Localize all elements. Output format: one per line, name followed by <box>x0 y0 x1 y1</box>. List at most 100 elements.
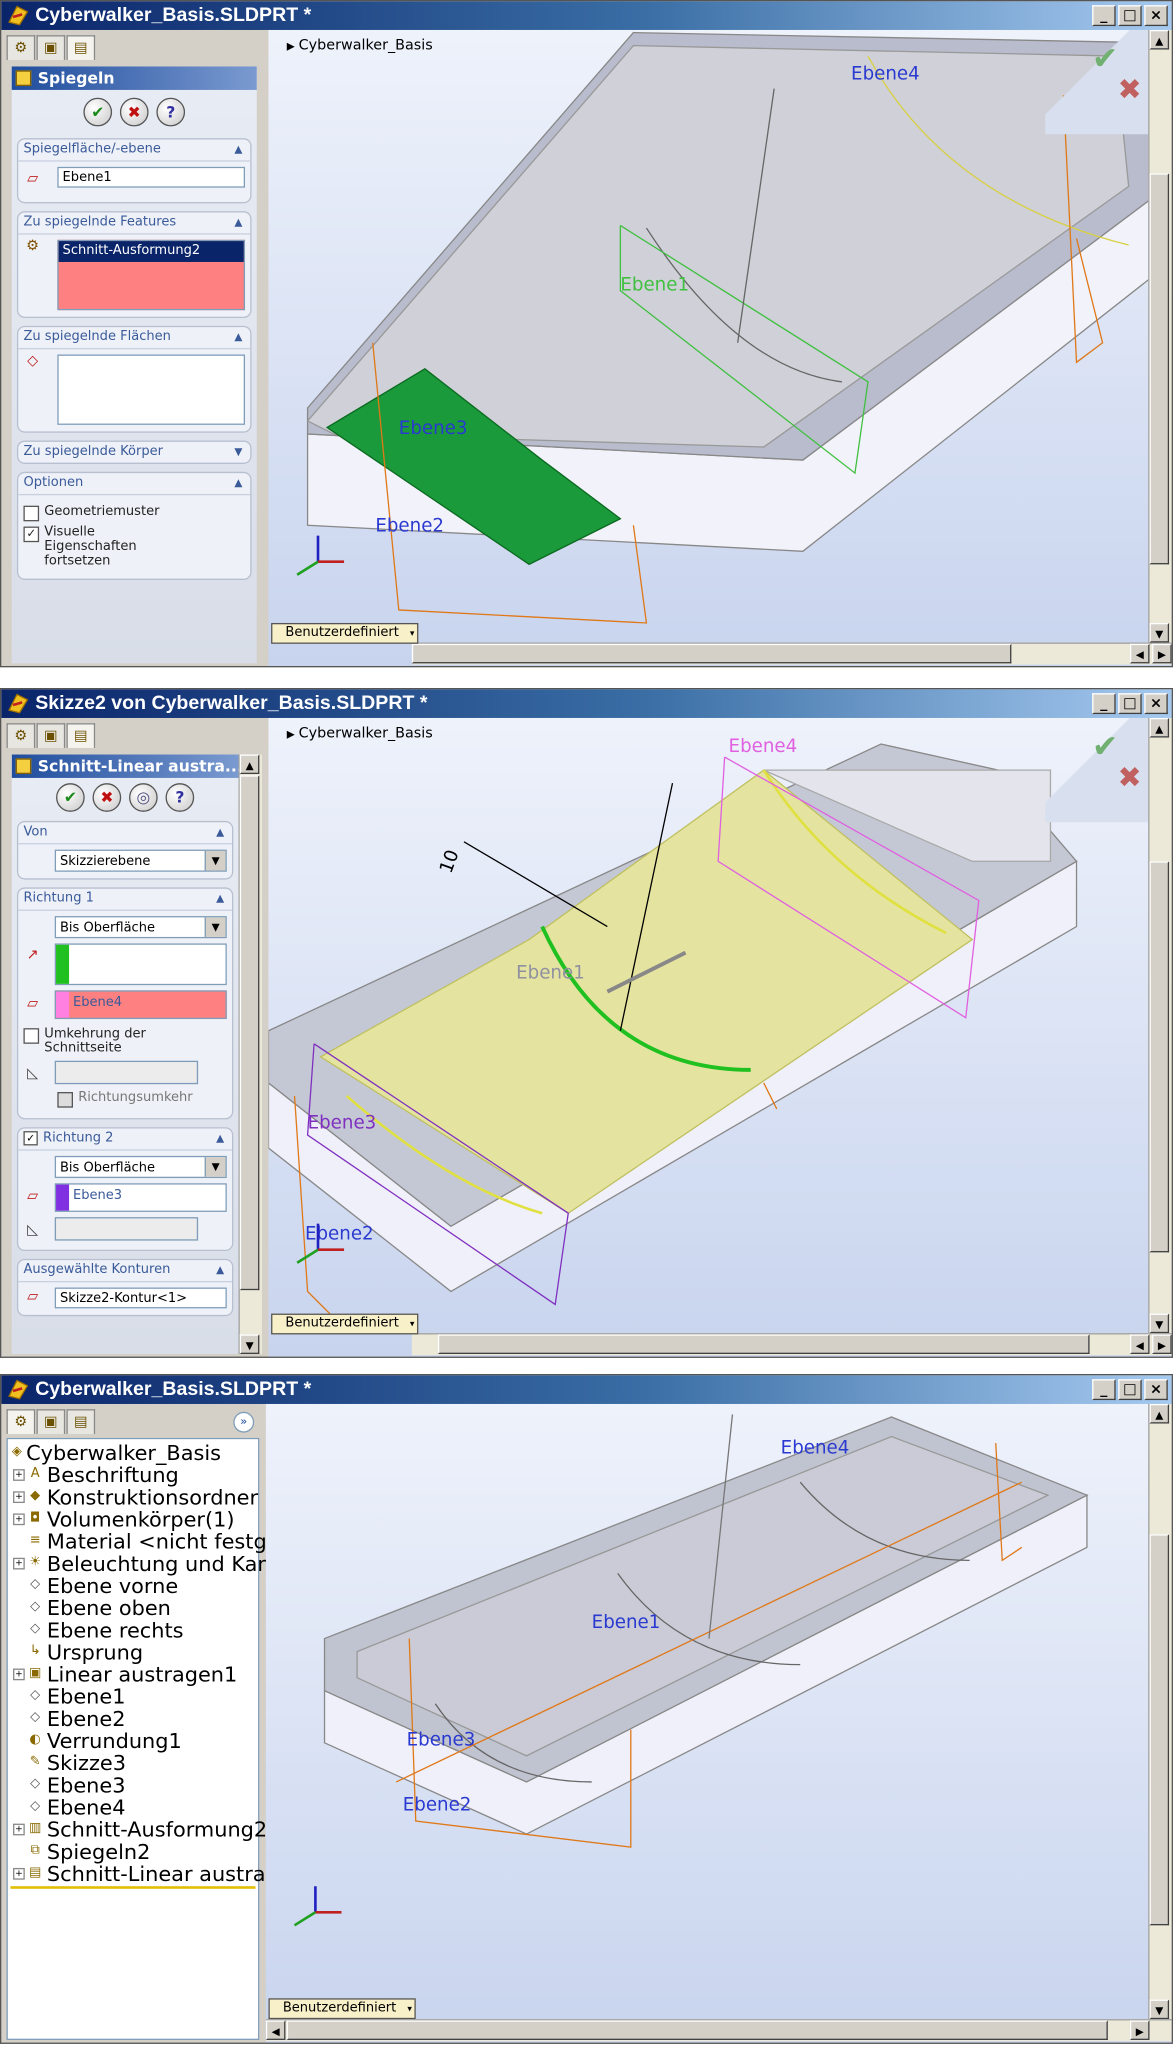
tree-item[interactable]: + ▣ Linear austragen1 <box>8 1663 258 1685</box>
expand-icon[interactable]: + <box>13 1491 25 1504</box>
propagate-visual-checkbox[interactable]: ✓ Visuelle Eigenschaften fortsetzen <box>23 525 245 568</box>
tree-item[interactable]: + ◘ Volumenkörper(1) <box>8 1508 258 1530</box>
direction1-end-condition[interactable]: Bis Oberfläche ▼ <box>54 916 227 939</box>
tree-item[interactable]: ≡ Material <nicht festgelegt> <box>8 1530 337 1552</box>
confirm-cancel-icon[interactable]: ✖ <box>1118 74 1142 107</box>
tree-item[interactable]: ◐ Verrundung1 <box>8 1730 258 1752</box>
group-header[interactable]: Von ▲ <box>18 822 232 845</box>
maximize-button[interactable]: □ <box>1118 5 1142 27</box>
tab-property-manager[interactable]: ▣ <box>36 1409 66 1434</box>
cancel-button[interactable]: ✖ <box>119 97 149 127</box>
close-button[interactable]: × <box>1144 1379 1168 1401</box>
cancel-button[interactable]: ✖ <box>92 783 122 812</box>
tree-item[interactable]: ◇ Ebene4 <box>8 1796 258 1818</box>
tab-configuration-manager[interactable]: ▤ <box>66 1409 96 1434</box>
mirror-plane-field[interactable]: Ebene1 <box>57 166 246 188</box>
flip-side-checkbox[interactable]: Umkehrung der Schnittseite <box>23 1027 226 1056</box>
from-dropdown[interactable]: Skizzierebene ▼ <box>54 849 227 872</box>
direction1-vector-field[interactable] <box>54 943 227 986</box>
expand-icon[interactable]: + <box>13 1823 25 1836</box>
features-list[interactable]: Schnitt-Ausformung2 <box>57 239 246 311</box>
geometry-pattern-checkbox[interactable]: Geometriemuster <box>23 504 245 522</box>
tab-configuration-manager[interactable]: ▤ <box>66 723 96 748</box>
draft-angle-field[interactable] <box>54 1060 199 1085</box>
tree-item[interactable]: ◇ Ebene3 <box>8 1774 258 1796</box>
confirm-check-icon[interactable]: ✔ <box>1092 728 1118 764</box>
group-header[interactable]: Zu spiegelnde Flächen ▲ <box>18 327 251 350</box>
title-bar[interactable]: Cyberwalker_Basis.SLDPRT * _ □ × <box>1 1 1172 30</box>
group-header[interactable]: ✓ Richtung 2 ▲ <box>18 1129 232 1151</box>
dropdown-arrow-icon[interactable]: ▼ <box>204 917 226 937</box>
graphics-area[interactable]: ▶ Cyberwalker_Basis 10 Ebene1 Ebene3 Ebe… <box>268 717 1172 1357</box>
title-bar[interactable]: Skizze2 von Cyberwalker_Basis.SLDPRT * _… <box>1 689 1172 718</box>
tree-item[interactable]: + ▥ Schnitt-Ausformung2 <box>8 1818 267 1841</box>
tab-feature-manager[interactable]: ⚙ <box>6 35 36 60</box>
tree-item[interactable]: ⧉ Spiegeln2 <box>8 1841 258 1863</box>
direction2-checkbox[interactable]: ✓ <box>23 1131 38 1146</box>
list-item[interactable]: Schnitt-Ausformung2 <box>58 241 244 262</box>
group-header[interactable]: Richtung 1 ▲ <box>18 889 232 911</box>
reverse-direction-checkbox[interactable]: Richtungsumkehr <box>57 1091 226 1108</box>
expand-icon[interactable]: + <box>13 1557 25 1570</box>
tab-property-manager[interactable]: ▣ <box>36 35 66 60</box>
group-header[interactable]: Ausgewählte Konturen ▲ <box>18 1260 232 1283</box>
tree-item[interactable]: + ☀ Beleuchtung und Kameras <box>8 1553 323 1575</box>
close-button[interactable]: × <box>1144 5 1168 27</box>
horizontal-scrollbar[interactable]: ◀ ▶ <box>265 2019 1172 2042</box>
expand-icon[interactable]: + <box>13 1668 25 1681</box>
graphics-area[interactable]: ▶ Cyberwalker_Basis Ebene3 Ebene2 Ebene1 … <box>268 29 1172 666</box>
vertical-scrollbar[interactable]: ▲ ▼ <box>1148 29 1172 643</box>
tab-property-manager[interactable]: ▣ <box>36 723 66 748</box>
dropdown-arrow-icon[interactable]: ▼ <box>204 1157 226 1177</box>
help-button[interactable]: ? <box>165 783 195 812</box>
rollback-bar[interactable] <box>10 1886 256 1889</box>
contours-field[interactable]: Skizze2-Kontur<1> <box>54 1287 227 1309</box>
ok-button[interactable]: ✔ <box>56 783 85 812</box>
horizontal-scrollbar[interactable]: ◀ ▶ <box>411 642 1172 665</box>
tree-item[interactable]: ◇ Ebene2 <box>8 1708 258 1730</box>
vertical-scrollbar[interactable]: ▲ ▼ <box>1148 1403 1172 2020</box>
draft-angle-field-2[interactable] <box>54 1217 199 1241</box>
tab-configuration-manager[interactable]: ▤ <box>66 35 96 60</box>
tree-item[interactable]: ◇ Ebene oben <box>8 1597 258 1619</box>
minimize-button[interactable]: _ <box>1092 693 1116 715</box>
minimize-button[interactable]: _ <box>1092 1379 1116 1401</box>
tree-root[interactable]: ◈ Cyberwalker_Basis <box>8 1442 258 1464</box>
tree-item[interactable]: ◇ Ebene vorne <box>8 1575 258 1597</box>
tree-item[interactable]: + ▤ Schnitt-Linear austragen2 <box>8 1863 318 1885</box>
dimension-value[interactable]: 10 <box>436 847 464 876</box>
direction2-end-condition[interactable]: Bis Oberfläche ▼ <box>54 1155 227 1179</box>
group-header[interactable]: Spiegelfläche/-ebene ▲ <box>18 139 251 162</box>
tab-feature-manager[interactable]: ⚙ <box>6 723 36 748</box>
tree-item[interactable]: + A Beschriftung <box>8 1464 258 1486</box>
tree-item[interactable]: ↳ Ursprung <box>8 1641 258 1663</box>
draft-icon[interactable]: ◺ <box>23 1221 41 1239</box>
group-header[interactable]: Zu spiegelnde Features ▲ <box>18 212 251 235</box>
close-button[interactable]: × <box>1144 693 1168 715</box>
expand-icon[interactable]: + <box>13 1867 25 1880</box>
tree-item[interactable]: ◇ Ebene1 <box>8 1685 258 1707</box>
faces-list[interactable] <box>57 354 246 425</box>
draft-icon[interactable]: ◺ <box>23 1065 41 1083</box>
expand-icon[interactable]: + <box>13 1513 25 1526</box>
expand-icon[interactable]: + <box>13 1469 25 1481</box>
maximize-button[interactable]: □ <box>1118 1379 1142 1401</box>
dropdown-arrow-icon[interactable]: ▼ <box>204 850 226 871</box>
help-button[interactable]: ? <box>156 97 186 127</box>
group-header[interactable]: Zu spiegelnde Körper ▼ <box>18 442 250 463</box>
view-orientation-tab[interactable]: Benutzerdefiniert ▾ <box>271 622 419 644</box>
tree-item[interactable]: + ◆ Konstruktionsordner <box>8 1486 258 1508</box>
preview-button[interactable]: ◎ <box>129 783 158 812</box>
tree-item[interactable]: ✎ Skizze3 <box>8 1752 258 1774</box>
group-header[interactable]: Optionen ▲ <box>18 473 251 496</box>
tree-item[interactable]: ◇ Ebene rechts <box>8 1619 258 1641</box>
direction-arrow-icon[interactable]: ↗ <box>23 946 41 964</box>
maximize-button[interactable]: □ <box>1118 693 1142 715</box>
direction1-face-field[interactable]: Ebene4 <box>54 990 227 1020</box>
title-bar[interactable]: Cyberwalker_Basis.SLDPRT * _ □ × <box>1 1375 1172 1404</box>
graphics-area[interactable]: Ebene4 Ebene1 Ebene3 Ebene2 ▲ ▼ ◀ ▶ Benu… <box>265 1403 1172 2043</box>
vertical-scrollbar[interactable]: ▲ ▼ <box>1148 717 1172 1334</box>
ok-button[interactable]: ✔ <box>83 97 113 127</box>
pm-scrollbar[interactable]: ▲ ▼ <box>238 754 262 1354</box>
expand-panel-icon[interactable]: » <box>233 1411 255 1433</box>
